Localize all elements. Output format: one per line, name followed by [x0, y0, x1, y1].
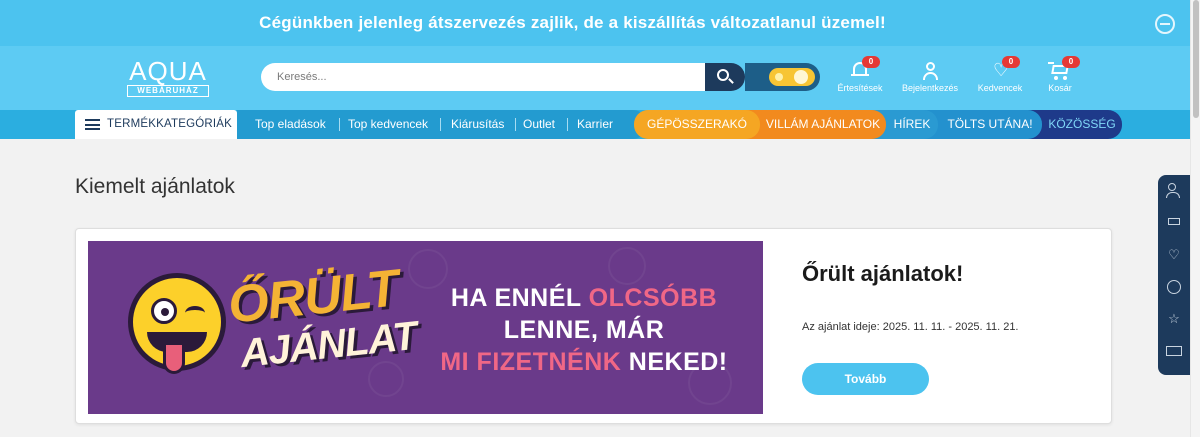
nav-pill-pc-builder[interactable]: GÉPÖSSZERAKÓ	[634, 110, 760, 139]
dock-alarm[interactable]	[1158, 271, 1190, 303]
dock-money[interactable]	[1158, 335, 1190, 367]
login-label: Bejelentkezés	[901, 83, 959, 93]
search-button[interactable]	[705, 63, 745, 91]
notifications-label: Értesítések	[837, 83, 883, 93]
site-header: AQUA WEBÁRUHÁZ 0 Értesítések Bejelentkez…	[0, 46, 1190, 110]
logo-main-text: AQUA	[129, 56, 207, 86]
money-icon	[1166, 346, 1182, 356]
product-categories-button[interactable]: TERMÉKKATEGÓRIÁK	[75, 110, 237, 139]
nav-separator	[567, 118, 568, 131]
banner-headline-3: MI FIZETNÉNK NEKED!	[440, 348, 728, 376]
nav-link-career[interactable]: Karrier	[577, 117, 613, 131]
favorites-badge: 0	[1002, 56, 1020, 68]
offer-title: Őrült ajánlatok!	[802, 261, 964, 286]
alarm-clock-icon	[1167, 280, 1181, 294]
promo-banner[interactable]: ŐRÜLT AJÁNLAT HA ENNÉL OLCSÓBB LENNE, MÁ…	[88, 241, 763, 414]
search-input[interactable]	[261, 63, 705, 91]
side-dock: ♡ ☆	[1158, 175, 1190, 375]
dock-cart[interactable]	[1158, 207, 1190, 239]
crazy-face-icon	[128, 273, 226, 374]
site-logo[interactable]: AQUA WEBÁRUHÁZ	[125, 58, 211, 98]
user-icon	[1168, 183, 1176, 191]
featured-offer-card: ŐRÜLT AJÁNLAT HA ENNÉL OLCSÓBB LENNE, MÁ…	[75, 228, 1112, 424]
page-scrollbar[interactable]	[1190, 0, 1200, 437]
sun-icon	[775, 73, 783, 81]
dock-account[interactable]	[1158, 175, 1190, 207]
scrollbar-thumb[interactable]	[1193, 0, 1199, 118]
offer-date: Az ajánlat ideje: 2025. 11. 11. - 2025. …	[802, 321, 1019, 333]
cart-label: Kosár	[1048, 83, 1072, 93]
nav-link-clearance[interactable]: Kiárusítás	[451, 117, 504, 131]
section-title: Kiemelt ajánlatok	[75, 175, 235, 198]
banner-headline-2: LENNE, MÁR	[503, 316, 665, 344]
favorites-button[interactable]: ♡ 0 Kedvencek	[975, 56, 1025, 93]
nav-pill-flash-deals[interactable]: VILLÁM AJÁNLATOK	[746, 110, 886, 139]
nav-pill-top-up[interactable]: TÖLTS UTÁNA!	[924, 110, 1042, 139]
star-icon: ☆	[1168, 311, 1180, 326]
logo-sub-text: WEBÁRUHÁZ	[127, 85, 209, 97]
dock-star[interactable]: ☆	[1158, 303, 1190, 335]
nav-link-top-sales[interactable]: Top eladások	[255, 117, 326, 131]
cart-badge: 0	[1062, 56, 1080, 68]
nav-link-top-favorites[interactable]: Top kedvencek	[348, 117, 428, 131]
cart-button[interactable]: 0 Kosár	[1045, 56, 1080, 93]
notifications-badge: 0	[862, 56, 880, 68]
toggle-knob	[794, 70, 808, 84]
nav-links: Top eladások Top kedvencek Kiárusítás Ou…	[237, 110, 647, 139]
nav-pill-community[interactable]: KÖZÖSSÉG	[1028, 110, 1122, 139]
heart-icon: ♡	[1168, 247, 1180, 262]
announcement-bar: Cégünkben jelenleg átszervezés zajlik, d…	[0, 0, 1190, 46]
toggle-track	[769, 68, 815, 86]
theme-toggle[interactable]	[745, 63, 820, 91]
favorites-label: Kedvencek	[977, 83, 1023, 93]
banner-headline-1: HA ENNÉL OLCSÓBB	[450, 284, 718, 312]
dock-favorites[interactable]: ♡	[1158, 239, 1190, 271]
cart-icon	[1168, 218, 1180, 225]
hamburger-icon	[85, 119, 100, 130]
login-button[interactable]: Bejelentkezés	[899, 60, 961, 93]
nav-link-outlet[interactable]: Outlet	[523, 117, 555, 131]
announcement-text: Cégünkben jelenleg átszervezés zajlik, d…	[259, 13, 886, 32]
nav-separator	[515, 118, 516, 131]
nav-separator	[339, 118, 340, 131]
notifications-button[interactable]: 0 Értesítések	[836, 56, 884, 93]
product-categories-label: TERMÉKKATEGÓRIÁK	[107, 118, 233, 130]
main-nav: TERMÉKKATEGÓRIÁK Top eladások Top kedven…	[0, 110, 1190, 139]
minus-circle-icon[interactable]	[1155, 14, 1175, 34]
user-icon	[926, 62, 935, 71]
more-button[interactable]: Tovább	[802, 363, 929, 395]
nav-separator	[440, 118, 441, 131]
